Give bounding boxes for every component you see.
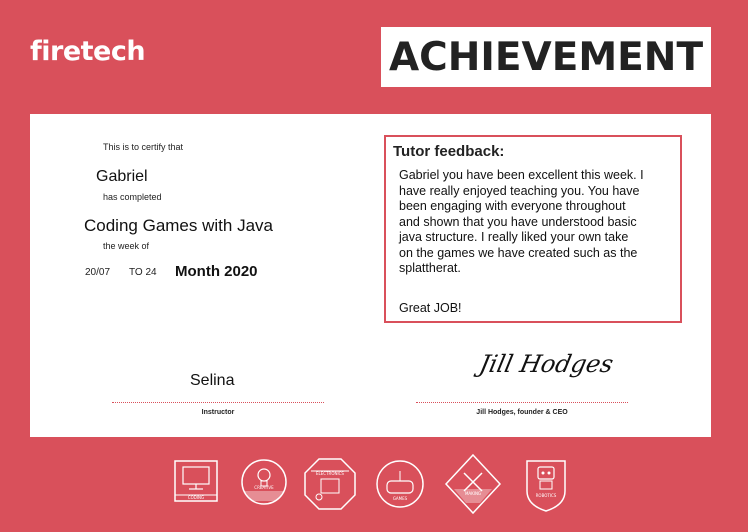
founder-signature-line — [416, 402, 628, 403]
games-badge: GAMES — [367, 451, 433, 522]
electronics-badge: ELECTRONICS — [297, 451, 363, 522]
badge-label: CREATIVE — [254, 485, 274, 490]
circuit-icon: ELECTRONICS — [304, 458, 356, 510]
instructor-caption: Instructor — [201, 409, 235, 416]
instructor-signature-line — [112, 402, 324, 403]
date-from: 20/07 — [85, 267, 111, 278]
feedback-line: Gabriel you have been excellent this wee… — [399, 168, 644, 182]
achievement-title-box: ACHIEVEMENT — [381, 27, 711, 87]
robot-icon: ROBOTICS — [526, 460, 566, 512]
badge-label: ELECTRONICS — [316, 471, 344, 476]
badge-label: CODING — [188, 495, 204, 500]
coding-badge: CODING — [163, 451, 229, 522]
feedback-text: Gabriel you have been excellent this wee… — [399, 168, 675, 277]
student-name: Gabriel — [96, 168, 148, 185]
making-badge: MAKING — [440, 451, 506, 522]
certify-text: This is to certify that — [103, 142, 184, 152]
week-of-text: the week of — [103, 241, 150, 251]
skill-badges: CODING CREATIVE ELECTRONICS GAMES MAKING… — [163, 451, 583, 517]
feedback-line: java structure. I really liked your own … — [399, 230, 629, 244]
date-to: TO 24 — [129, 267, 157, 278]
feedback-title: Tutor feedback: — [393, 143, 505, 160]
founder-caption: Jill Hodges, founder & CEO — [476, 409, 568, 416]
tools-icon: MAKING — [444, 453, 502, 515]
badge-label: ROBOTICS — [536, 493, 557, 498]
gamepad-icon: GAMES — [376, 460, 424, 508]
achievement-title: ACHIEVEMENT — [388, 34, 704, 80]
feedback-line: splattherat. — [399, 261, 461, 275]
feedback-line: on the games we have created such as the — [399, 245, 638, 260]
badge-label: MAKING — [465, 491, 481, 496]
robotics-badge: ROBOTICS — [513, 451, 579, 522]
monitor-icon: CODING — [174, 460, 218, 502]
feedback-line: been engaging with everyone throughout — [399, 199, 626, 213]
founder-signature: Jill Hodges — [477, 350, 616, 378]
lightbulb-icon: CREATIVE — [241, 459, 287, 505]
feedback-line: have really enjoyed teaching you. You ha… — [399, 183, 640, 198]
badge-label: GAMES — [393, 496, 408, 501]
feedback-signoff: Great JOB! — [399, 301, 462, 315]
creative-badge: CREATIVE — [231, 451, 297, 522]
tutor-feedback-box: Tutor feedback: Gabriel you have been ex… — [384, 135, 682, 323]
instructor-name: Selina — [190, 372, 235, 389]
course-name: Coding Games with Java — [84, 216, 273, 235]
firetech-logo: firetech — [30, 36, 146, 67]
feedback-line: and shown that you have understood basic — [399, 214, 637, 229]
completed-text: has completed — [103, 192, 162, 202]
month-year: Month 2020 — [175, 263, 258, 280]
